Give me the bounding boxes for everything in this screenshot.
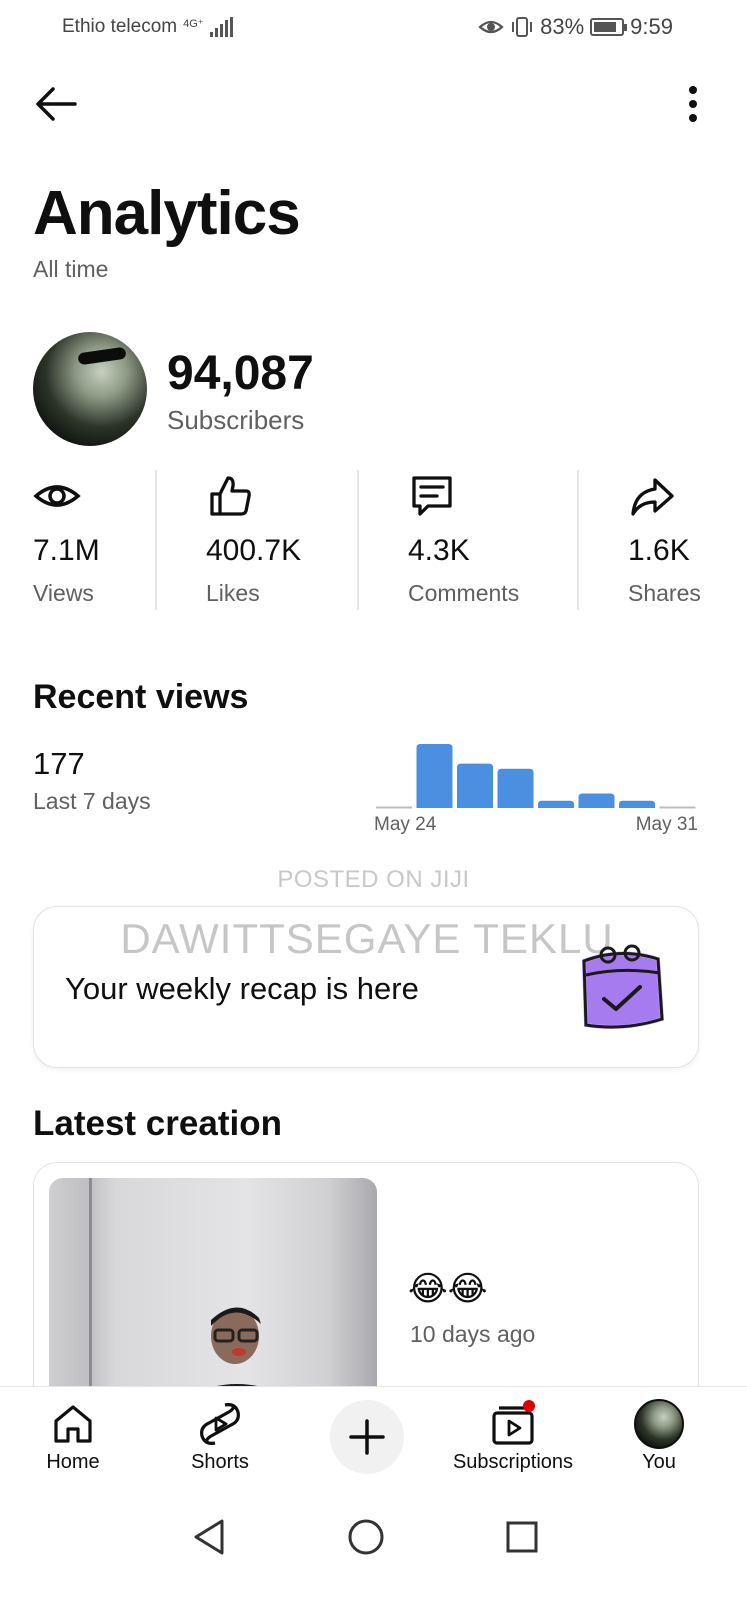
share-icon bbox=[631, 478, 674, 516]
clock: 9:59 bbox=[630, 14, 673, 39]
date-range-label: All time bbox=[33, 256, 109, 282]
chart-bar bbox=[457, 763, 493, 808]
recent-views-count: 177 bbox=[33, 746, 85, 781]
watermark-text: POSTED ON JIJI bbox=[277, 866, 470, 893]
system-back-button[interactable] bbox=[184, 1512, 234, 1562]
divider bbox=[155, 470, 157, 610]
stat-views[interactable]: 7.1M Views bbox=[33, 470, 143, 610]
nav-subscriptions[interactable]: Subscriptions bbox=[443, 1397, 583, 1483]
video-thumbnail[interactable] bbox=[49, 1178, 377, 1388]
chart-bar bbox=[619, 800, 655, 808]
nav-label: Shorts bbox=[191, 1451, 249, 1473]
chart-bar bbox=[497, 768, 534, 808]
recent-views-heading: Recent views bbox=[33, 678, 249, 716]
square-recents-icon bbox=[506, 1521, 538, 1553]
system-recents-button[interactable] bbox=[497, 1512, 547, 1562]
nav-label: Subscriptions bbox=[452, 1451, 574, 1473]
latest-creation-card[interactable]: 😂😂 10 days ago bbox=[33, 1162, 699, 1422]
notification-dot bbox=[523, 1400, 535, 1412]
stat-label: Likes bbox=[206, 580, 260, 606]
plus-icon bbox=[349, 1419, 385, 1455]
avatar bbox=[634, 1399, 684, 1449]
chart-bar bbox=[659, 806, 696, 809]
eye-comfort-icon bbox=[478, 20, 504, 34]
latest-creation-heading: Latest creation bbox=[33, 1104, 282, 1143]
divider bbox=[577, 470, 579, 610]
battery-icon bbox=[590, 18, 628, 36]
nav-you[interactable]: You bbox=[589, 1397, 729, 1483]
stat-label: Shares bbox=[628, 580, 701, 606]
divider bbox=[357, 470, 359, 610]
vibrate-icon bbox=[512, 17, 533, 37]
recent-views-chart[interactable]: May 24 May 31 bbox=[370, 736, 710, 846]
more-vertical-icon bbox=[689, 86, 697, 122]
home-icon bbox=[54, 1405, 92, 1443]
circle-home-icon bbox=[348, 1519, 384, 1555]
recent-views-period: Last 7 days bbox=[33, 788, 151, 814]
stat-value: 7.1M bbox=[33, 534, 100, 567]
system-home-button[interactable] bbox=[341, 1512, 391, 1562]
top-bar bbox=[0, 72, 747, 136]
carrier-name: Ethio telecom bbox=[62, 16, 178, 37]
battery-percent: 83% bbox=[540, 14, 585, 39]
channel-avatar bbox=[33, 332, 147, 446]
stat-label: Views bbox=[33, 580, 94, 606]
back-button[interactable] bbox=[30, 82, 82, 126]
triangle-back-icon bbox=[194, 1519, 224, 1555]
stat-value: 400.7K bbox=[206, 534, 302, 567]
recap-text: Your weekly recap is here bbox=[65, 971, 419, 1006]
arrow-left-icon bbox=[36, 87, 77, 121]
stat-label: Comments bbox=[408, 580, 520, 606]
chart-bar bbox=[538, 800, 574, 808]
thumbs-up-icon bbox=[210, 476, 251, 516]
subscriber-count: 94,087 bbox=[167, 347, 314, 400]
nav-label: Home bbox=[46, 1451, 100, 1473]
weekly-recap-card[interactable]: DAWITTSEGAYE TEKLU Your weekly recap is … bbox=[33, 906, 699, 1068]
create-button[interactable] bbox=[330, 1400, 404, 1474]
chart-bar bbox=[416, 744, 453, 808]
x-tick-label: May 31 bbox=[636, 814, 698, 835]
network-type: 4G⁺ bbox=[183, 17, 204, 30]
stat-value: 1.6K bbox=[628, 534, 690, 567]
stat-comments[interactable]: 4.3K Comments bbox=[408, 470, 568, 610]
stat-value: 4.3K bbox=[408, 534, 470, 567]
more-options-button[interactable] bbox=[679, 82, 707, 126]
stat-likes[interactable]: 400.7K Likes bbox=[206, 470, 346, 610]
signal-icon bbox=[209, 17, 233, 37]
comment-icon bbox=[412, 476, 452, 516]
person-image bbox=[208, 1307, 266, 1388]
shorts-icon bbox=[200, 1403, 240, 1445]
eye-icon bbox=[33, 485, 81, 507]
status-bar: Ethio telecom 4G⁺ 83% 9:59 bbox=[0, 0, 747, 56]
calendar-check-icon bbox=[581, 944, 665, 1029]
nav-home[interactable]: Home bbox=[3, 1397, 143, 1483]
chart-bar bbox=[376, 806, 412, 809]
video-caption: 😂😂 bbox=[408, 1269, 488, 1309]
system-nav-bar bbox=[0, 1490, 747, 1600]
nav-shorts[interactable]: Shorts bbox=[150, 1397, 290, 1483]
chart-bar bbox=[578, 793, 615, 808]
stat-shares[interactable]: 1.6K Shares bbox=[628, 470, 738, 610]
subscriber-label: Subscribers bbox=[167, 405, 305, 435]
x-tick-label: May 24 bbox=[374, 814, 437, 835]
subscriptions-icon bbox=[492, 1400, 535, 1445]
video-time-ago: 10 days ago bbox=[410, 1321, 536, 1347]
nav-label: You bbox=[642, 1451, 676, 1473]
stats-row: 7.1M Views 400.7K Likes 4.3K Comments 1.… bbox=[0, 470, 747, 610]
page-title: Analytics bbox=[33, 179, 301, 248]
